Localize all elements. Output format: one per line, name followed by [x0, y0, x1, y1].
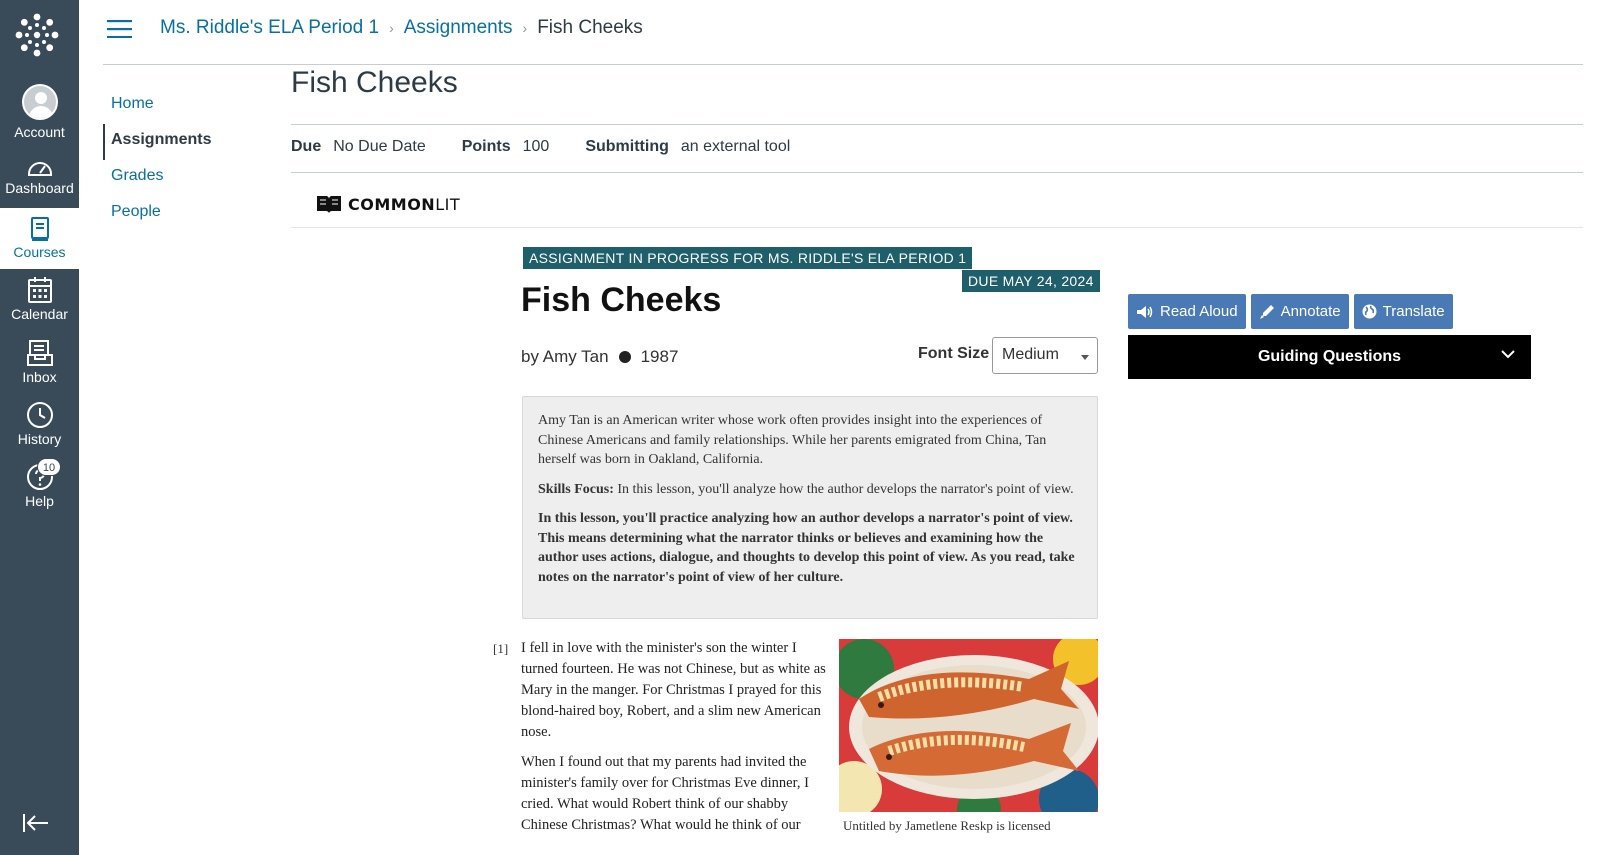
caret-down-icon [1081, 355, 1089, 360]
account-avatar [21, 84, 58, 120]
submitting-value: an external tool [680, 138, 791, 155]
commonlit-logo[interactable]: COMMONLIT [316, 194, 460, 214]
breadcrumb-course-link[interactable]: Ms. Riddle's ELA Period 1 [160, 17, 379, 39]
font-size-label: Font Size [918, 345, 990, 362]
translate-button[interactable]: Translate [1353, 294, 1453, 329]
submitting-label: Submitting [585, 138, 669, 155]
intro-bold-paragraph: In this lesson, you'll practice analyzin… [538, 511, 1075, 585]
annotate-label: Annotate [1280, 303, 1341, 320]
font-size-select[interactable]: Medium [992, 337, 1098, 374]
fish-photo [839, 639, 1098, 812]
course-nav-grades[interactable]: Grades [103, 160, 273, 196]
courses-icon [30, 217, 49, 241]
collapse-nav-icon[interactable] [22, 812, 50, 839]
hamburger-menu-icon[interactable] [107, 20, 132, 43]
guiding-questions-toggle[interactable]: Guiding Questions [1128, 335, 1531, 379]
nav-account-label: Account [14, 124, 65, 140]
help-badge: 10 [37, 458, 61, 476]
nav-calendar[interactable]: Calendar [0, 276, 79, 322]
course-nav-assignments[interactable]: Assignments [103, 124, 273, 160]
nav-history[interactable]: History [0, 401, 79, 447]
course-nav-people[interactable]: People [103, 196, 273, 232]
due-label: Due [291, 138, 322, 155]
global-nav: Account Dashboard Courses Calendar Inbox… [0, 0, 79, 855]
intro-paragraph: Amy Tan is an American writer whose work… [538, 413, 1047, 467]
reading-tools: Read Aloud Annotate Translate [1128, 294, 1458, 329]
bullet-icon [618, 351, 631, 363]
breadcrumb-separator-icon: › [389, 20, 394, 36]
calendar-icon [27, 277, 52, 303]
course-nav-home[interactable]: Home [103, 88, 273, 124]
story-paragraph[interactable]: When I found out that my parents had inv… [521, 752, 826, 836]
speaker-icon [1137, 305, 1153, 318]
skills-focus-label: Skills Focus: [538, 481, 614, 497]
divider [291, 124, 1583, 125]
nav-dashboard-label: Dashboard [5, 180, 74, 196]
nav-help-label: Help [25, 493, 54, 509]
due-date-badge: DUE MAY 24, 2024 [962, 270, 1100, 292]
byline: by Amy Tan 1987 [521, 347, 678, 367]
page-title: Fish Cheeks [291, 66, 458, 99]
globe-icon [1362, 304, 1377, 319]
nav-history-label: History [17, 431, 62, 447]
nav-courses-label: Courses [13, 244, 66, 260]
commonlit-wordmark: COMMONLIT [348, 194, 461, 214]
paragraph-number: [1] [493, 641, 509, 656]
translate-label: Translate [1382, 303, 1445, 320]
author: by Amy Tan [521, 347, 609, 366]
breadcrumb-current: Fish Cheeks [537, 17, 643, 38]
divider [291, 227, 1583, 228]
story-title: Fish Cheeks [521, 281, 722, 319]
canvas-logo-icon[interactable] [15, 13, 59, 57]
nav-inbox-label: Inbox [22, 369, 57, 385]
divider [291, 172, 1583, 173]
breadcrumb-assignments-link[interactable]: Assignments [404, 17, 513, 39]
photo-caption: Untitled by Jametlene Reskp is licensed [843, 818, 1051, 833]
history-icon [26, 402, 53, 428]
annotate-button[interactable]: Annotate [1250, 294, 1349, 329]
points-value: 100 [522, 138, 550, 155]
nav-dashboard[interactable]: Dashboard [0, 156, 79, 196]
nav-inbox[interactable]: Inbox [0, 339, 79, 385]
nav-account[interactable]: Account [0, 84, 79, 140]
story-text[interactable]: I fell in love with the minister's son t… [521, 638, 826, 845]
intro-box: Amy Tan is an American writer whose work… [522, 396, 1098, 619]
course-nav: Home Assignments Grades People [103, 88, 273, 232]
points-label: Points [461, 138, 511, 155]
highlighter-icon [1259, 304, 1274, 319]
chevron-down-icon [1501, 350, 1515, 359]
skills-focus-text: In this lesson, you'll analyze how the a… [613, 481, 1074, 497]
open-book-icon [317, 196, 341, 213]
due-value: No Due Date [333, 138, 426, 155]
publication-year: 1987 [640, 347, 679, 366]
nav-calendar-label: Calendar [11, 306, 68, 322]
read-aloud-label: Read Aloud [1160, 303, 1238, 320]
assignment-details: Due No Due Date Points 100 Submitting an… [291, 138, 826, 156]
skills-focus: Skills Focus: In this lesson, you'll ana… [538, 480, 1082, 500]
font-size-value: Medium [1002, 346, 1059, 363]
dashboard-icon [27, 162, 52, 176]
read-aloud-button[interactable]: Read Aloud [1128, 294, 1246, 329]
guiding-questions-label: Guiding Questions [1257, 348, 1402, 365]
inbox-icon [26, 340, 53, 366]
nav-courses[interactable]: Courses [0, 208, 79, 269]
status-badge: ASSIGNMENT IN PROGRESS FOR MS. RIDDLE'S … [523, 247, 973, 269]
story-paragraph[interactable]: I fell in love with the minister's son t… [521, 638, 826, 743]
breadcrumb-separator-icon: › [522, 20, 528, 36]
header-divider [103, 64, 1583, 65]
breadcrumb: Ms. Riddle's ELA Period 1 › Assignments … [160, 17, 643, 39]
